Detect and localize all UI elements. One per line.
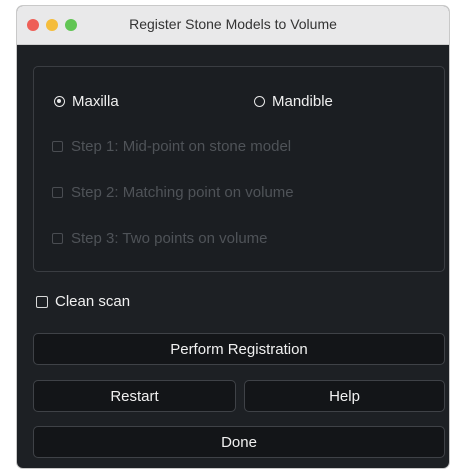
mandible-radio-icon[interactable] — [254, 96, 265, 107]
clean-scan-checkbox-row[interactable]: Clean scan — [36, 293, 130, 310]
step-2-checkbox[interactable] — [52, 187, 63, 198]
registration-steps-group: Maxilla Mandible Step 1: Mid-point on st… — [33, 66, 445, 272]
restart-button[interactable]: Restart — [33, 380, 236, 412]
step-1-label: Step 1: Mid-point on stone model — [71, 138, 292, 155]
clean-scan-label: Clean scan — [55, 293, 131, 310]
help-button[interactable]: Help — [244, 380, 445, 412]
title-bar: Register Stone Models to Volume — [17, 6, 449, 45]
dialog-window: Register Stone Models to Volume Maxilla … — [17, 6, 449, 468]
mandible-radio-option[interactable]: Mandible — [254, 93, 333, 110]
maxilla-radio-icon[interactable] — [54, 96, 65, 107]
maxilla-radio-option[interactable]: Maxilla — [54, 93, 119, 110]
maxilla-label: Maxilla — [72, 93, 119, 110]
step-2-checkbox-row[interactable]: Step 2: Matching point on volume — [52, 184, 294, 201]
clean-scan-checkbox[interactable] — [36, 295, 48, 308]
window-title: Register Stone Models to Volume — [129, 16, 337, 32]
mandible-label: Mandible — [272, 93, 333, 110]
step-3-checkbox-row[interactable]: Step 3: Two points on volume — [52, 230, 268, 247]
perform-registration-button[interactable]: Perform Registration — [33, 333, 445, 365]
step-1-checkbox-row[interactable]: Step 1: Mid-point on stone model — [52, 138, 291, 155]
done-button[interactable]: Done — [33, 426, 445, 458]
step-2-label: Step 2: Matching point on volume — [71, 184, 294, 201]
step-1-checkbox[interactable] — [52, 141, 63, 152]
step-3-checkbox[interactable] — [52, 233, 63, 244]
step-3-label: Step 3: Two points on volume — [71, 230, 268, 247]
